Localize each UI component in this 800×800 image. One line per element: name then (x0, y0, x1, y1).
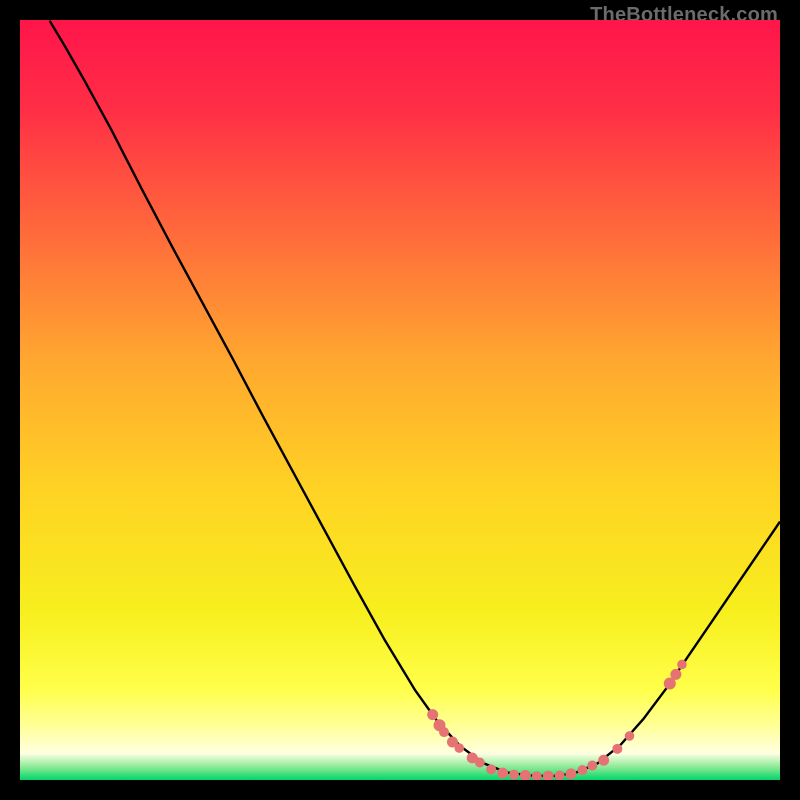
data-marker (543, 771, 554, 780)
data-marker (475, 758, 485, 768)
data-marker (427, 709, 438, 720)
bottleneck-curve (50, 21, 780, 776)
data-marker (454, 743, 464, 753)
data-marker (555, 770, 565, 780)
data-marker (566, 768, 577, 779)
data-marker (625, 731, 635, 741)
curve-layer (20, 20, 780, 780)
data-marker (532, 771, 542, 780)
data-marker (677, 660, 687, 670)
data-marker (612, 744, 622, 754)
data-marker (509, 770, 519, 780)
data-marker (497, 768, 508, 779)
data-marker (520, 770, 531, 780)
data-marker (486, 764, 496, 774)
plot-area (20, 20, 780, 780)
data-marker (577, 765, 587, 775)
data-marker (439, 727, 449, 737)
data-marker (670, 669, 681, 680)
data-markers (427, 660, 687, 780)
chart-container: TheBottleneck.com (0, 0, 800, 800)
data-marker (587, 761, 597, 771)
data-marker (598, 755, 609, 766)
